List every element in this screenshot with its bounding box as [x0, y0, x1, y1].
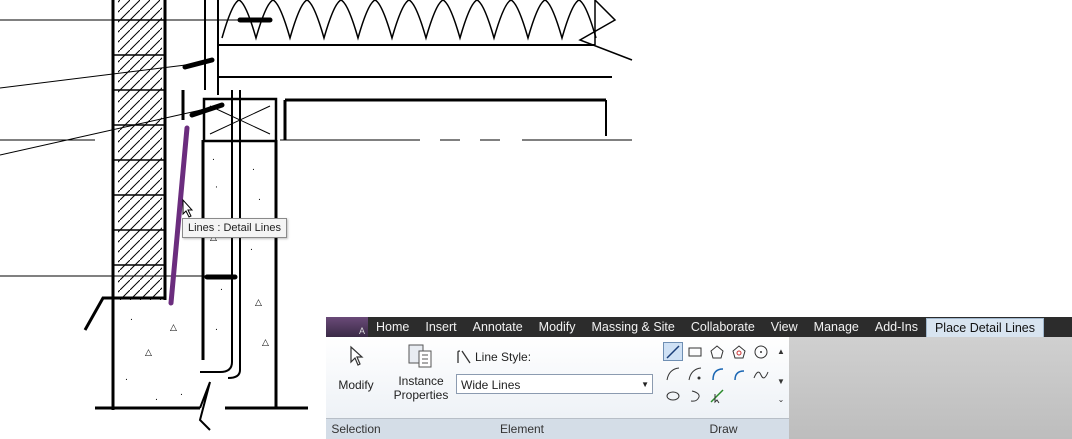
- selection-panel-title: Selection: [326, 418, 386, 439]
- svg-text:△: △: [170, 323, 177, 333]
- partial-ellipse-icon: [690, 390, 700, 402]
- svg-text:.: .: [125, 373, 128, 383]
- tab-place-detail-lines[interactable]: Place Detail Lines: [925, 318, 1045, 337]
- element-panel-title: Element: [386, 418, 658, 439]
- line-style-value: Wide Lines: [461, 378, 521, 392]
- element-panel: Instance Properties Line Style: Wide Lin…: [386, 337, 659, 439]
- line-tool[interactable]: [663, 342, 683, 361]
- ellipse-icon: [666, 391, 680, 400]
- draw-scroll-up-button[interactable]: ▲: [775, 347, 787, 356]
- modify-button[interactable]: Modify: [330, 345, 382, 392]
- app-letter: A: [358, 326, 365, 336]
- tab-add-ins[interactable]: Add-Ins: [867, 317, 926, 337]
- tab-modify[interactable]: Modify: [531, 317, 584, 337]
- svg-text:.: .: [212, 153, 215, 163]
- tangent-end-arc-icon: [712, 367, 724, 380]
- masonry-wall: [111, 0, 167, 300]
- svg-text:.: .: [252, 163, 255, 173]
- circumscribed-polygon-tool[interactable]: [729, 342, 749, 361]
- ribbon-panels: Modify Selection Instance Properties Lin…: [326, 337, 1072, 439]
- insulation-batts: [204, 0, 633, 95]
- cursor-arrow-icon: [350, 345, 364, 366]
- selected-detail-line[interactable]: [168, 125, 190, 306]
- svg-text:△: △: [145, 348, 152, 358]
- instance-properties-button[interactable]: Instance Properties: [390, 341, 452, 402]
- instance-label: Instance: [398, 374, 444, 388]
- pick-lines-icon: [710, 388, 724, 403]
- tangent-end-arc-tool[interactable]: [707, 364, 727, 383]
- svg-text:.: .: [180, 388, 183, 398]
- ellipse-tool[interactable]: [663, 386, 683, 405]
- draw-panel-title: Draw: [658, 418, 789, 439]
- start-end-radius-arc-icon: [666, 367, 680, 380]
- svg-text:·: ·: [215, 183, 218, 193]
- tab-massing-site[interactable]: Massing & Site: [583, 317, 682, 337]
- tab-view[interactable]: View: [763, 317, 806, 337]
- draw-panel: ▲ ▼ ⌄ Draw: [658, 337, 790, 439]
- tag-markers: [182, 17, 273, 280]
- fillet-arc-icon: [734, 369, 745, 380]
- properties-label: Properties: [393, 388, 449, 402]
- spline-icon: [753, 371, 769, 378]
- pick-lines-tool[interactable]: [707, 386, 727, 405]
- center-ends-arc-tool[interactable]: [685, 364, 705, 383]
- draw-scroll-down-button[interactable]: ▼: [775, 377, 787, 386]
- start-end-radius-arc-tool[interactable]: [663, 364, 683, 383]
- selection-panel: Modify Selection: [326, 337, 387, 439]
- tab-manage[interactable]: Manage: [806, 317, 867, 337]
- inscribed-polygon-tool[interactable]: [707, 342, 727, 361]
- svg-text:.: .: [258, 193, 261, 203]
- svg-text:.: .: [220, 283, 223, 293]
- application-button[interactable]: A: [326, 317, 368, 337]
- svg-text:△: △: [262, 338, 269, 348]
- properties-icon: [408, 344, 432, 368]
- rectangle-tool[interactable]: [685, 342, 705, 361]
- ribbon: A Home Insert Annotate Modify Massing & …: [326, 317, 1072, 439]
- svg-text:.: .: [130, 313, 133, 323]
- line-style-text: Line Style:: [475, 350, 532, 364]
- spline-tool[interactable]: [751, 364, 771, 383]
- svg-text:.: .: [215, 323, 218, 333]
- cursor-icon: [182, 198, 194, 218]
- line-style-dropdown[interactable]: Wide Lines ▼: [456, 374, 653, 394]
- line-style-icon: [457, 350, 471, 364]
- draw-expand-button[interactable]: ⌄: [775, 395, 787, 404]
- svg-text:.: .: [155, 393, 158, 403]
- fillet-arc-tool[interactable]: [729, 364, 749, 383]
- rectangle-icon: [688, 347, 702, 356]
- partial-ellipse-tool[interactable]: [685, 386, 705, 405]
- line-style-label: Line Style:: [456, 349, 531, 365]
- svg-text:△: △: [255, 298, 262, 308]
- tab-insert[interactable]: Insert: [417, 317, 464, 337]
- line-icon: [666, 344, 680, 359]
- element-tooltip: Lines : Detail Lines: [182, 218, 287, 238]
- svg-text:.: .: [250, 243, 253, 253]
- circumscribed-polygon-icon: [732, 344, 746, 358]
- tab-collaborate[interactable]: Collaborate: [683, 317, 763, 337]
- ribbon-empty-area: [789, 337, 1072, 439]
- inscribed-polygon-icon: [710, 344, 724, 358]
- tab-home[interactable]: Home: [368, 317, 417, 337]
- tab-annotate[interactable]: Annotate: [465, 317, 531, 337]
- center-ends-arc-icon: [688, 367, 702, 380]
- circle-icon: [754, 345, 768, 358]
- modify-label: Modify: [338, 378, 374, 392]
- ribbon-tab-bar: Home Insert Annotate Modify Massing & Si…: [368, 317, 1072, 337]
- circle-tool[interactable]: [751, 342, 771, 361]
- chevron-down-icon: ▼: [641, 380, 649, 389]
